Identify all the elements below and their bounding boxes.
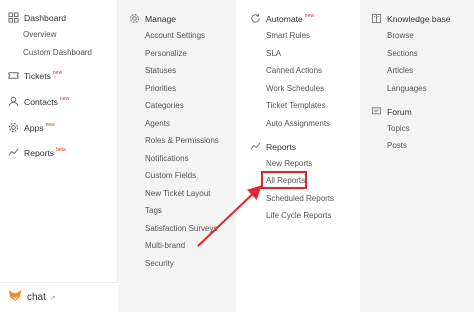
reports-header-label: Reports bbox=[266, 141, 297, 152]
nav-tickets[interactable]: Tickets new bbox=[8, 70, 62, 81]
gear-icon bbox=[8, 122, 19, 133]
nav-reports-label: Reports bbox=[24, 147, 55, 158]
knowledge-base-header: Knowledge base bbox=[371, 13, 451, 24]
reports-chart-icon bbox=[250, 141, 261, 152]
automate-ticket-templates[interactable]: Ticket Templates bbox=[266, 101, 326, 110]
book-icon bbox=[371, 13, 382, 24]
nav-apps[interactable]: Apps new bbox=[8, 122, 55, 133]
reports-new-reports[interactable]: New Reports bbox=[266, 159, 312, 168]
ticket-icon bbox=[8, 70, 19, 81]
knowledge-base-column bbox=[360, 0, 474, 312]
automate-canned-actions[interactable]: Canned Actions bbox=[266, 66, 322, 75]
manage-tags[interactable]: Tags bbox=[145, 206, 162, 215]
manage-satisfaction-surveys[interactable]: Satisfaction Surveys bbox=[145, 224, 217, 233]
automate-column bbox=[236, 0, 360, 312]
reports-chart-icon bbox=[8, 147, 19, 158]
manage-statuses[interactable]: Statuses bbox=[145, 66, 176, 75]
manage-multi-brand[interactable]: Multi-brand bbox=[145, 241, 185, 250]
manage-custom-fields[interactable]: Custom Fields bbox=[145, 171, 196, 180]
manage-security[interactable]: Security bbox=[145, 259, 174, 268]
nav-overview[interactable]: Overview bbox=[23, 30, 56, 39]
nav-reports[interactable]: Reports beta bbox=[8, 147, 66, 158]
nav-dashboard-label: Dashboard bbox=[24, 12, 67, 23]
automate-auto-assignments[interactable]: Auto Assignments bbox=[266, 119, 330, 128]
automate-smart-rules[interactable]: Smart Rules bbox=[266, 31, 310, 40]
kb-browse[interactable]: Browse bbox=[387, 31, 414, 40]
manage-agents[interactable]: Agents bbox=[145, 119, 170, 128]
nav-contacts-badge: new bbox=[59, 95, 70, 102]
reports-scheduled-reports[interactable]: Scheduled Reports bbox=[266, 194, 334, 203]
refresh-icon bbox=[250, 13, 261, 24]
nav-contacts[interactable]: Contacts new bbox=[8, 96, 69, 107]
nav-tickets-label: Tickets bbox=[24, 70, 51, 81]
manage-header-label: Manage bbox=[145, 13, 177, 24]
fox-logo-icon bbox=[8, 288, 22, 307]
gear-icon bbox=[129, 13, 140, 24]
kb-sections[interactable]: Sections bbox=[387, 49, 418, 58]
manage-header: Manage bbox=[129, 13, 176, 24]
manage-priorities[interactable]: Priorities bbox=[145, 84, 176, 93]
contact-icon bbox=[8, 96, 19, 107]
nav-dashboard[interactable]: Dashboard bbox=[8, 12, 66, 23]
automate-work-schedules[interactable]: Work Schedules bbox=[266, 84, 324, 93]
forum-posts[interactable]: Posts bbox=[387, 141, 407, 150]
nav-contacts-label: Contacts bbox=[24, 96, 58, 107]
manage-account-settings[interactable]: Account Settings bbox=[145, 31, 205, 40]
dashboard-icon bbox=[8, 12, 19, 23]
kb-languages[interactable]: Languages bbox=[387, 84, 427, 93]
forum-icon bbox=[371, 106, 382, 117]
manage-personalize[interactable]: Personalize bbox=[145, 49, 187, 58]
manage-new-ticket-layout[interactable]: New Ticket Layout bbox=[145, 189, 210, 198]
automate-sla[interactable]: SLA bbox=[266, 49, 281, 58]
external-link-icon: ↗ bbox=[49, 294, 56, 302]
manage-roles-permissions[interactable]: Roles & Permissions bbox=[145, 136, 219, 145]
reports-life-cycle-reports[interactable]: Life Cycle Reports bbox=[266, 211, 331, 220]
kb-articles[interactable]: Articles bbox=[387, 66, 413, 75]
forum-topics[interactable]: Topics bbox=[387, 124, 410, 133]
automate-badge: new bbox=[304, 12, 314, 19]
forum-header: Forum bbox=[371, 106, 412, 117]
forum-header-label: Forum bbox=[387, 106, 412, 117]
automate-header: Automate new bbox=[250, 13, 314, 24]
nav-tickets-badge: new bbox=[52, 69, 63, 76]
nav-custom-dashboard[interactable]: Custom Dashboard bbox=[23, 48, 92, 57]
all-reports-highlight-box bbox=[261, 171, 307, 189]
manage-notifications[interactable]: Notifications bbox=[145, 154, 189, 163]
manage-categories[interactable]: Categories bbox=[145, 101, 184, 110]
nav-reports-badge: beta bbox=[56, 146, 66, 153]
nav-apps-label: Apps bbox=[24, 122, 44, 133]
chat-label: chat bbox=[27, 292, 46, 303]
nav-apps-badge: new bbox=[45, 121, 55, 128]
automate-header-label: Automate bbox=[266, 13, 303, 24]
chat-launcher[interactable]: chat ↗ bbox=[0, 282, 118, 312]
reports-header: Reports bbox=[250, 141, 296, 152]
knowledge-base-header-label: Knowledge base bbox=[387, 13, 451, 24]
